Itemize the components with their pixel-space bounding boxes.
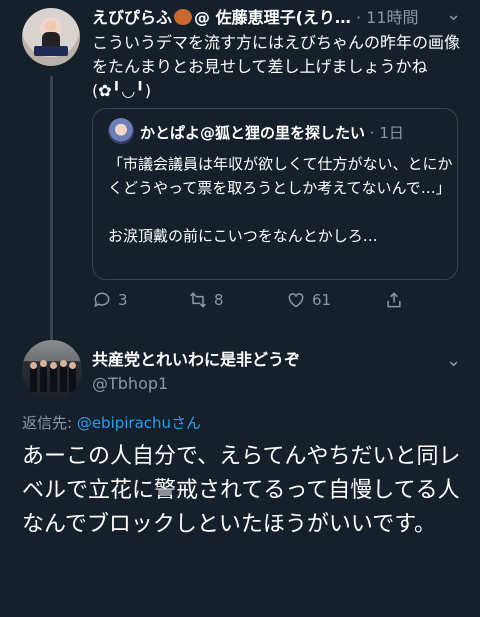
quoted-header: かとぱよ@狐と狸の里を探したい · 1日 <box>140 122 404 144</box>
share-button[interactable] <box>384 290 404 310</box>
tweet-text: あーこの人自分で、えらてんやちだいと同レベルで立花に警戒されてるって自慢してる人… <box>22 444 461 537</box>
chevron-down-icon[interactable]: ⌄ <box>446 4 461 25</box>
avatar[interactable] <box>22 340 82 400</box>
retweet-button[interactable]: 8 <box>188 290 224 310</box>
reply-button[interactable]: 3 <box>92 290 128 310</box>
tweet-header: えびぴらふ @ 佐藤恵理子(えり… · 11時間 <box>92 6 432 30</box>
quoted-display-name: かとぱよ@狐と狸の里を探したい <box>140 124 366 142</box>
retweet-icon <box>189 292 207 308</box>
reply-icon <box>94 292 110 308</box>
timestamp[interactable]: · 11時間 <box>356 8 419 27</box>
quoted-avatar <box>108 118 134 144</box>
reply-suffix: さん <box>171 414 202 432</box>
reply-context: 返信先: @ebipirachuさん <box>22 413 201 433</box>
retweet-count: 8 <box>214 291 224 309</box>
display-name[interactable]: えびぴらふ <box>92 8 172 27</box>
reply-label: 返信先: <box>22 414 77 432</box>
display-name-suffix[interactable]: @ 佐藤恵理子(えり… <box>194 8 351 27</box>
avatar[interactable] <box>22 8 80 66</box>
share-icon <box>387 292 401 308</box>
tweet-text: こういうデマを流す方にはえびちゃんの昨年の画像をたんまりとお見せして差し上げまし… <box>92 33 461 100</box>
like-count: 61 <box>312 291 332 309</box>
emoji-badge-icon <box>174 9 193 25</box>
display-name[interactable]: 共産党とれいわに是非どうぞ <box>92 350 300 370</box>
like-button[interactable]: 61 <box>286 290 331 310</box>
reply-mention-link[interactable]: @ebipirachu <box>77 414 171 432</box>
quoted-timestamp: · 1日 <box>369 124 404 142</box>
heart-icon <box>288 292 304 308</box>
quoted-text: 「市議会議員は年収が欲しくて仕方がない、とにかくどうやって票を取ろうとしか考えて… <box>108 155 453 245</box>
chevron-down-icon[interactable]: ⌄ <box>446 350 461 371</box>
user-handle[interactable]: @Tbhop1 <box>92 374 168 394</box>
reply-count: 3 <box>118 291 128 309</box>
